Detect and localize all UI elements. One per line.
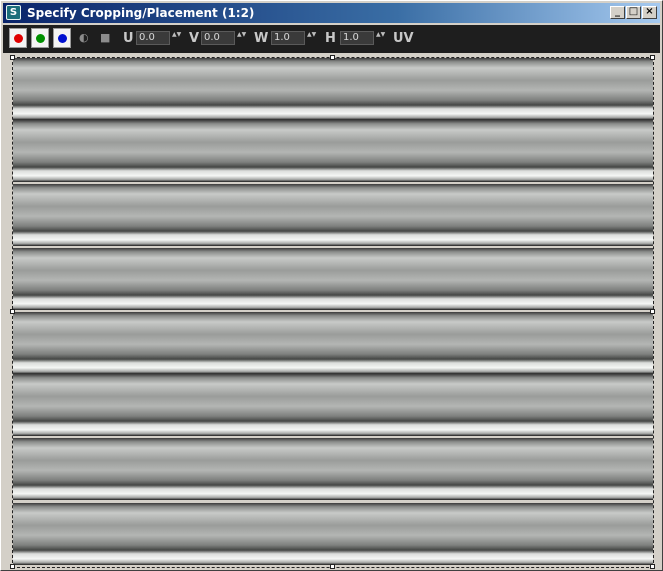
blue-channel-button[interactable] — [53, 28, 71, 48]
title-bar[interactable]: S Specify Cropping/Placement (1:2) _ □ × — [3, 3, 660, 23]
uv-toggle-button[interactable]: UV — [393, 31, 414, 46]
crop-handle-top-left[interactable] — [10, 55, 15, 60]
window-title: Specify Cropping/Placement (1:2) — [27, 6, 255, 20]
blue-dot-icon — [58, 34, 67, 43]
h-spinner-icon[interactable]: ▲▼ — [376, 31, 385, 45]
crop-handle-bottom[interactable] — [330, 564, 335, 569]
u-offset-input[interactable]: 0.0 — [136, 31, 170, 45]
crop-handle-left[interactable] — [10, 309, 15, 314]
h-label: H — [325, 31, 336, 46]
crop-handle-top[interactable] — [330, 55, 335, 60]
mono-display-icon[interactable]: ■ — [100, 32, 110, 44]
v-label: V — [189, 31, 200, 46]
metal-slat — [13, 374, 653, 436]
height-input[interactable]: 1.0 — [340, 31, 374, 45]
crop-handle-bottom-left[interactable] — [10, 564, 15, 569]
v-offset-input[interactable]: 0.0 — [201, 31, 235, 45]
v-spinner-icon[interactable]: ▲▼ — [237, 31, 246, 45]
crop-handle-right[interactable] — [650, 309, 655, 314]
metal-slat — [13, 58, 653, 120]
close-button[interactable]: × — [642, 6, 657, 19]
crop-handle-bottom-right[interactable] — [650, 564, 655, 569]
alpha-toggle-icon[interactable]: ◐ — [79, 32, 89, 44]
width-input[interactable]: 1.0 — [271, 31, 305, 45]
metal-slat — [13, 312, 653, 374]
metal-slat — [13, 184, 653, 246]
metal-slat — [13, 120, 653, 182]
crop-handle-top-right[interactable] — [650, 55, 655, 60]
maximize-button[interactable]: □ — [626, 6, 641, 19]
metal-slat — [13, 503, 653, 565]
metal-slat — [13, 248, 653, 310]
green-channel-button[interactable] — [31, 28, 49, 48]
w-spinner-icon[interactable]: ▲▼ — [307, 31, 316, 45]
crop-placement-window: S Specify Cropping/Placement (1:2) _ □ ×… — [0, 0, 663, 571]
texture-preview-canvas[interactable] — [12, 57, 654, 568]
toolbar: ◐ ■ U 0.0 ▲▼ V 0.0 ▲▼ W 1.0 ▲▼ H 1.0 ▲▼ … — [3, 25, 660, 53]
minimize-button[interactable]: _ — [610, 6, 625, 19]
red-channel-button[interactable] — [9, 28, 27, 48]
red-dot-icon — [14, 34, 23, 43]
u-label: U — [123, 31, 134, 46]
app-logo-icon: S — [6, 5, 21, 20]
u-spinner-icon[interactable]: ▲▼ — [172, 31, 181, 45]
w-label: W — [254, 31, 269, 46]
metal-slat — [13, 438, 653, 500]
green-dot-icon — [36, 34, 45, 43]
